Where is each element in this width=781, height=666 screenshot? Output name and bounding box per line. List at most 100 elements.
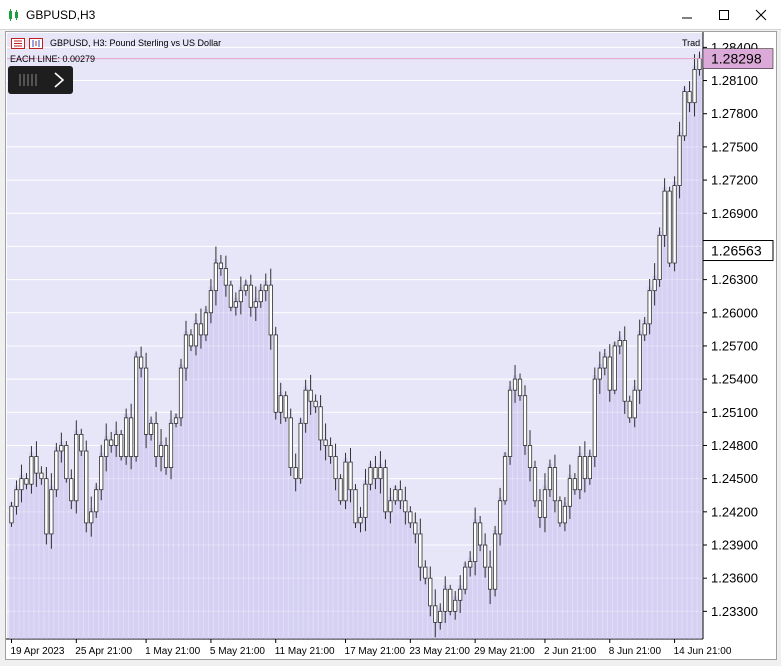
chart-window[interactable]: 1.28400 1.28100 1.27800 1.27500 1.27200 1.269… — [5, 31, 777, 660]
volume-bar — [138, 364, 144, 639]
volume-bar — [552, 496, 558, 639]
candle-body — [278, 395, 283, 413]
candle-body — [24, 478, 29, 485]
candle-body — [64, 445, 69, 480]
volume-bar — [193, 319, 199, 639]
volume-bar — [113, 430, 119, 639]
volume-bar — [652, 275, 657, 639]
candle-body — [178, 367, 184, 419]
volume-bar — [328, 452, 333, 639]
volume-bar — [667, 259, 672, 639]
candle-body — [89, 511, 94, 524]
volume-bar — [283, 413, 288, 639]
y-tick-label: 1.26000 — [711, 305, 758, 320]
candle-body — [343, 461, 348, 502]
candle-body — [662, 190, 667, 236]
volume-bar — [59, 441, 64, 639]
candle-body — [687, 91, 692, 104]
candle-body — [468, 561, 473, 568]
candle-body — [363, 483, 368, 518]
y-tick-label: 1.27800 — [711, 106, 758, 121]
candle-body — [527, 445, 533, 468]
x-tick-label: 19 Apr 2023 — [10, 646, 64, 657]
chart-type-icons[interactable] — [11, 38, 45, 50]
candle-body — [29, 456, 34, 485]
volume-bar — [527, 463, 533, 639]
candle-body — [517, 378, 523, 397]
close-button[interactable] — [741, 0, 781, 30]
price-chart[interactable]: 1.284001.281001.278001.275001.272001.269… — [6, 32, 776, 659]
candle-body — [522, 395, 528, 446]
candle-body — [124, 417, 129, 457]
volume-bar — [677, 131, 682, 639]
volume-bar — [218, 264, 224, 639]
maximize-button[interactable] — [704, 0, 744, 30]
volume-bar — [128, 452, 134, 639]
candle-body — [647, 290, 652, 325]
volume-bar — [163, 463, 169, 639]
candle-body — [39, 472, 44, 480]
window-title: GBPUSD,H3 — [26, 8, 96, 22]
candle-body — [413, 522, 418, 535]
volume-bar — [413, 529, 418, 639]
candle-body — [338, 478, 343, 502]
volume-bar — [348, 485, 353, 639]
candle-body — [14, 489, 19, 507]
volume-bar — [143, 430, 149, 639]
candle-body — [463, 566, 468, 590]
current-price-label: 1.28298 — [711, 51, 762, 67]
candle-body — [208, 290, 214, 314]
chart-app-icon — [9, 9, 18, 21]
volume-bar — [682, 87, 687, 639]
volume-bar — [34, 469, 39, 639]
minimize-button[interactable] — [667, 0, 707, 30]
candle-body — [348, 461, 353, 491]
y-tick-label: 1.24500 — [711, 471, 758, 486]
volume-bar — [44, 529, 49, 639]
x-tick-label: 29 May 21:00 — [474, 646, 535, 657]
window-titlebar: GBPUSD,H3 — [0, 0, 781, 30]
volume-bar — [273, 408, 278, 639]
x-tick-label: 11 May 21:00 — [275, 646, 335, 657]
volume-bar — [607, 386, 612, 639]
maximize-icon — [719, 10, 729, 20]
volume-bar — [622, 397, 627, 639]
volume-bar — [398, 496, 403, 639]
each-line-label: EACH LINE: 0.00279 — [10, 54, 96, 64]
candle-body — [597, 367, 602, 380]
candle-body — [448, 588, 453, 612]
volume-bar — [627, 413, 632, 639]
chart-navigation-button[interactable] — [8, 66, 73, 94]
volume-bar — [243, 281, 249, 639]
volume-bar — [79, 447, 84, 639]
volume-bar — [263, 281, 268, 639]
candle-body — [228, 284, 233, 308]
x-tick-label: 8 Jun 21:00 — [609, 646, 662, 657]
x-tick-label: 1 May 21:00 — [145, 646, 200, 657]
candle-body — [587, 456, 592, 480]
volume-bar — [697, 54, 702, 639]
candle-body — [134, 356, 139, 457]
trade-label: Trad — [682, 38, 701, 48]
candle-body — [298, 422, 303, 480]
candle-body — [59, 445, 64, 452]
candle-body — [188, 334, 194, 347]
candle-body — [273, 334, 278, 413]
y-tick-label: 1.26300 — [711, 272, 758, 287]
candle-body — [627, 400, 632, 419]
y-tick-label: 1.24800 — [711, 438, 758, 453]
candle-body — [512, 378, 518, 391]
y-tick-label: 1.23900 — [711, 538, 758, 553]
volume-bar — [188, 341, 194, 639]
candle-body — [418, 533, 423, 568]
volume-bar — [118, 452, 124, 639]
volume-bar — [233, 297, 239, 639]
candle-body — [697, 58, 702, 70]
candle-body — [567, 478, 572, 507]
volume-bar — [338, 496, 343, 639]
volume-bar — [617, 336, 622, 639]
candle-body — [158, 445, 164, 457]
volume-bar — [572, 485, 578, 639]
candle-body — [473, 522, 478, 562]
candle-body — [109, 439, 114, 446]
